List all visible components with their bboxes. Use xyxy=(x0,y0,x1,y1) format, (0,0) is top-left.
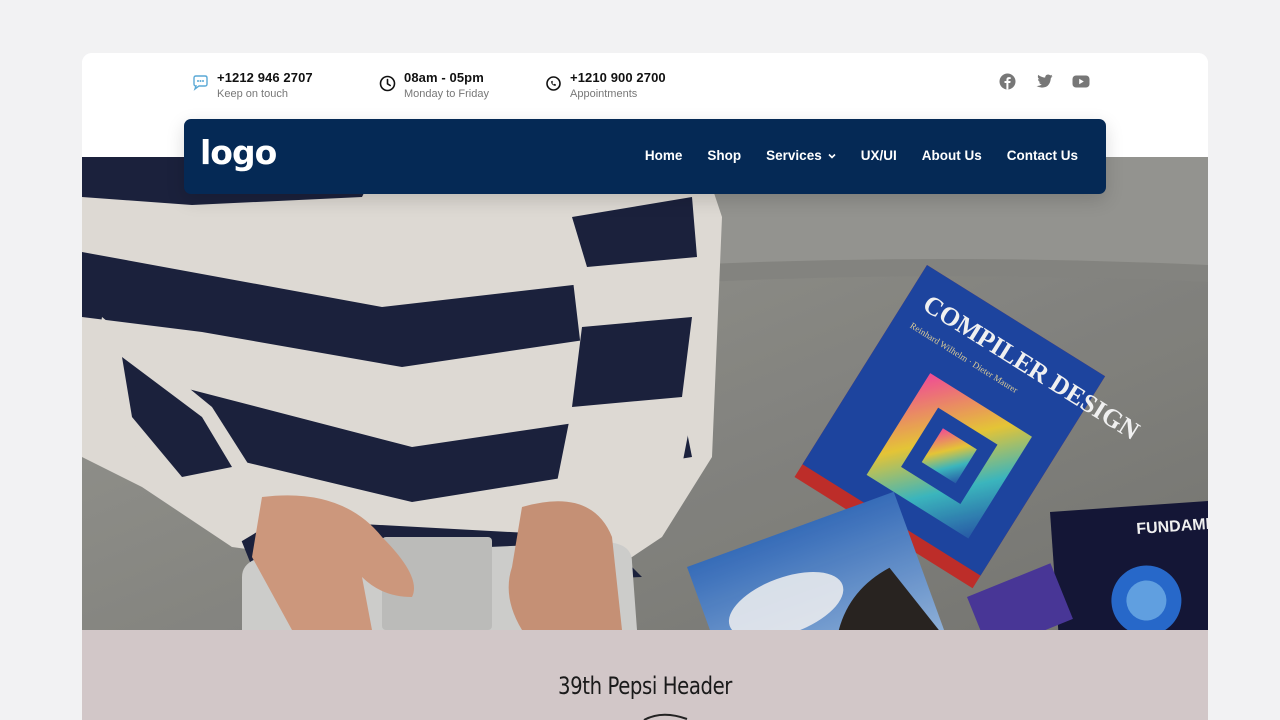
phone-caption: Keep on touch xyxy=(217,88,288,100)
phone-icon xyxy=(544,74,562,92)
twitter-icon[interactable] xyxy=(1035,72,1053,90)
nav-item-uxui-label: UX/UI xyxy=(860,148,897,163)
hero-image: COMPILER DESIGN Reinhard Wilhelm · Diete… xyxy=(82,157,1208,630)
hours-info: 08am - 05pm Monday to Friday xyxy=(378,70,489,101)
facebook-icon[interactable] xyxy=(998,72,1016,90)
nav-item-home[interactable]: Home xyxy=(645,148,683,163)
appointments-number: +1210 900 2700 xyxy=(570,70,666,85)
chevron-down-icon xyxy=(828,153,836,159)
nav-item-home-label: Home xyxy=(644,148,683,163)
header-section: 39th Pepsi Header xyxy=(82,630,1208,720)
hours-text: 08am - 05pm xyxy=(404,70,484,85)
nav-item-contact[interactable]: Contact Us xyxy=(1007,148,1078,163)
site-logo[interactable]: logo xyxy=(200,133,277,172)
clock-icon xyxy=(378,74,396,92)
youtube-icon[interactable] xyxy=(1072,72,1090,90)
nav-item-services-label: Services xyxy=(766,148,822,163)
nav-item-shop[interactable]: Shop xyxy=(707,148,741,163)
nav-menu: Home Shop Services UX/UI About Us Contac… xyxy=(645,148,1078,163)
chat-bubble-icon xyxy=(191,74,209,92)
appointments-caption: Appointments xyxy=(570,88,638,100)
contact-phone-info: +1212 946 2707 Keep on touch xyxy=(191,70,313,101)
nav-item-shop-label: Shop xyxy=(707,148,742,163)
hours-caption: Monday to Friday xyxy=(404,88,489,100)
social-links xyxy=(998,72,1090,90)
main-navbar: logo Home Shop Services UX/UI About Us C… xyxy=(184,119,1106,194)
nav-item-services[interactable]: Services xyxy=(766,148,836,163)
nav-item-uxui[interactable]: UX/UI xyxy=(861,148,897,163)
flourish-decoration xyxy=(643,713,688,720)
appointments-info: +1210 900 2700 Appointments xyxy=(544,70,666,101)
page-container: +1212 946 2707 Keep on touch 08am - 05pm… xyxy=(82,53,1208,720)
nav-item-contact-label: Contact Us xyxy=(1006,148,1078,163)
nav-item-about-label: About Us xyxy=(921,148,982,163)
section-title: 39th Pepsi Header xyxy=(558,672,732,700)
phone-number: +1212 946 2707 xyxy=(217,70,313,85)
nav-item-about[interactable]: About Us xyxy=(922,148,982,163)
